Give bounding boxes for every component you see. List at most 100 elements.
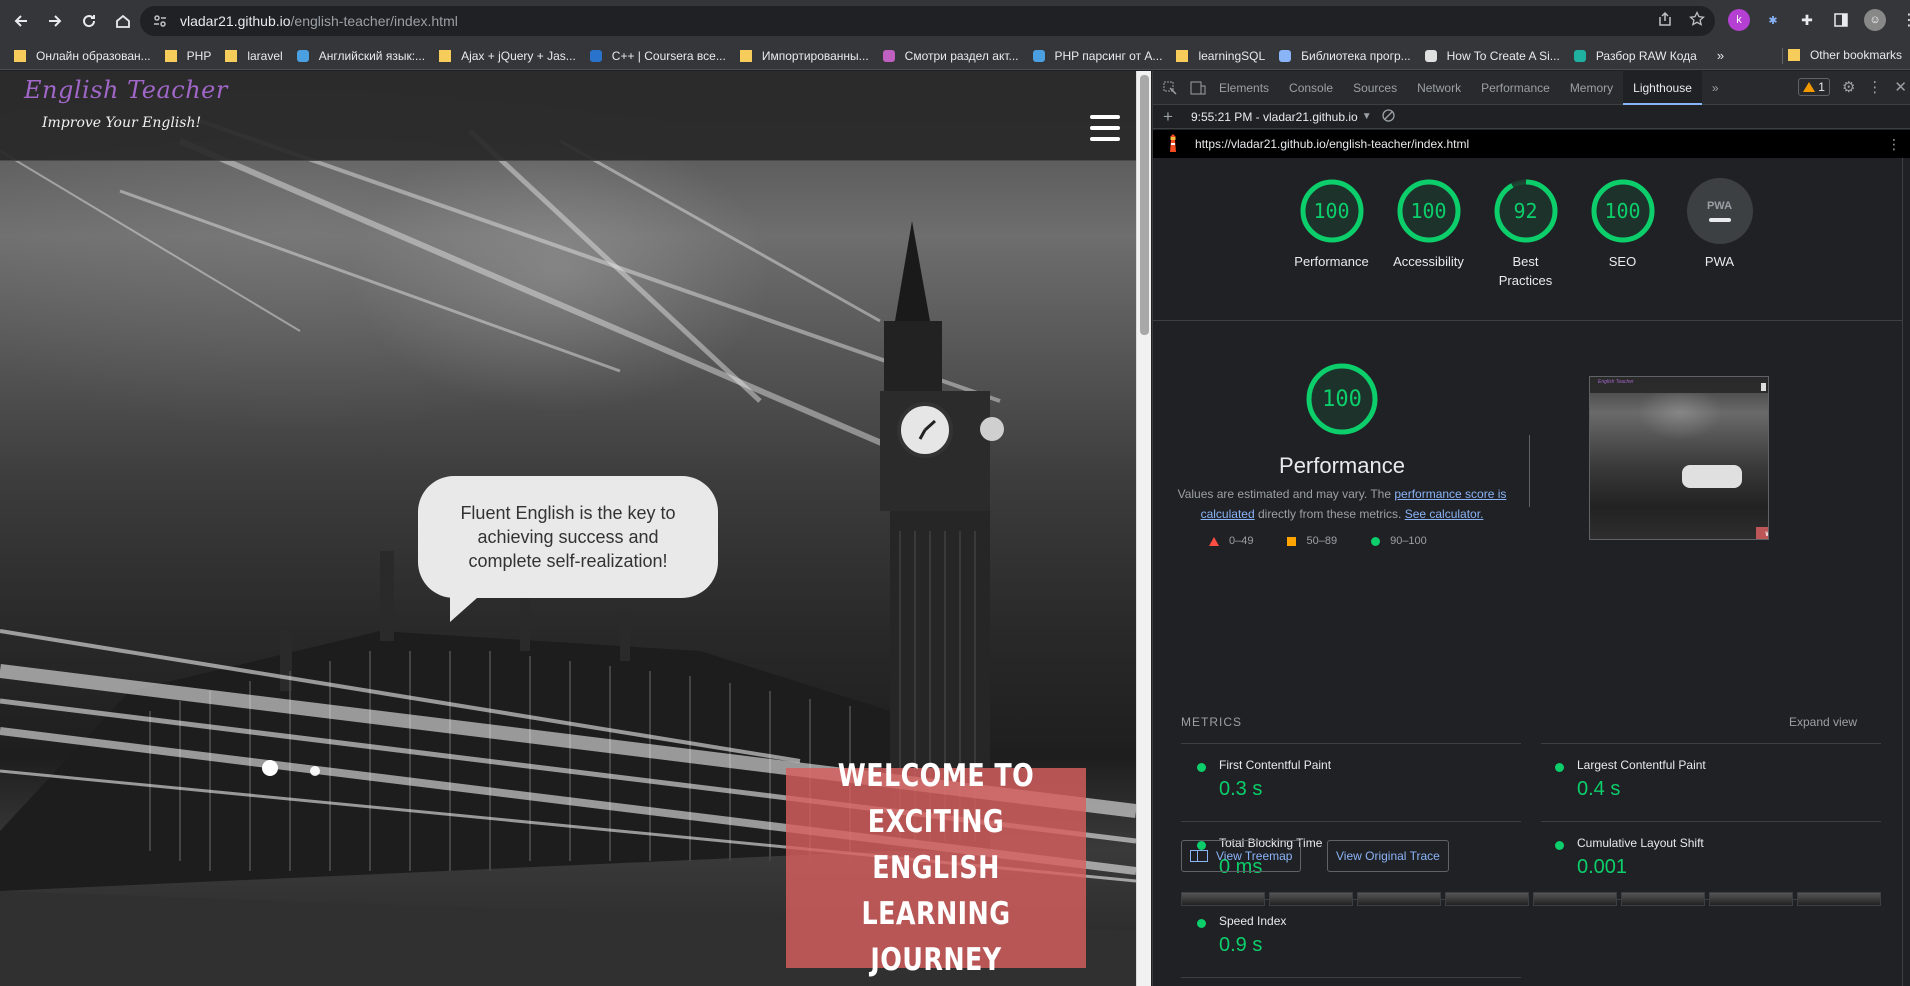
gauge-label-line: Practices [1498,273,1553,288]
other-bookmarks[interactable]: Other bookmarks [1787,48,1902,62]
menu-kebab-icon[interactable]: ⋮ [1898,9,1910,31]
bookmark-item[interactable]: Ajax + jQuery + Jas... [439,49,576,63]
vertical-divider [1529,435,1530,507]
fail-triangle-icon [1209,536,1219,546]
bookmark-item[interactable]: Онлайн образован... [14,49,151,63]
audited-url[interactable]: https://vladar21.github.io/english-teach… [1195,137,1469,151]
bookmark-item[interactable]: laravel [225,48,283,63]
report-selector[interactable]: 9:55:21 PM - vladar21.github.io [1191,110,1358,124]
device-toolbar-icon[interactable] [1187,77,1209,99]
close-devtools-icon[interactable]: ✕ [1894,78,1907,96]
metric-divider [1541,821,1881,822]
gauge-label-line: Accessibility [1393,254,1464,269]
other-bookmarks-label: Other bookmarks [1809,48,1902,62]
bookmarks-overflow-button[interactable]: » [1717,48,1724,63]
url-host: vladar21.github.io [180,13,291,29]
see-calculator-link[interactable]: See calculator. [1405,507,1484,521]
warnings-badge[interactable]: 1 [1798,78,1830,96]
bookmark-item[interactable]: PHP [164,49,211,63]
gauge-performance[interactable]: 100 Performance [1283,178,1380,290]
tab-elements[interactable]: Elements [1209,71,1279,105]
new-report-icon[interactable]: + [1163,107,1173,127]
gauge-accessibility[interactable]: 100 Accessibility [1380,178,1477,290]
bookmark-label: Онлайн образован... [36,48,151,63]
site-tagline: Improve Your English! [42,115,202,131]
clear-reports-icon[interactable] [1381,108,1395,125]
expand-view-button[interactable]: Expand view [1789,715,1857,729]
filmstrip-frame [1621,892,1705,906]
gauge-best[interactable]: 92 Best Practices [1477,178,1574,290]
tab-lighthouse[interactable]: Lighthouse [1623,70,1702,105]
score-gauges: 100 Performance 100 Accessibility 92 Best Prac… [1283,178,1768,290]
page-scrollbar[interactable] [1136,71,1151,986]
hamburger-menu-icon[interactable] [1090,115,1120,141]
folder-icon [739,49,752,62]
filmstrip-frame [1269,892,1353,906]
bookmark-label: laravel [247,48,283,63]
gauge-ring: 100 [1299,178,1365,244]
bookmark-item[interactable]: Импортированны... [739,49,869,63]
home-button[interactable] [110,8,136,34]
tab-network[interactable]: Network [1407,71,1471,105]
share-icon[interactable] [1657,11,1673,27]
tab-console[interactable]: Console [1279,71,1343,105]
forward-button[interactable] [42,8,68,34]
pass-circle-icon [1371,536,1381,546]
bookmark-item[interactable]: PHP парсинг от А... [1032,49,1162,63]
extension-icon[interactable]: k [1728,9,1750,31]
tab-memory[interactable]: Memory [1560,71,1623,105]
address-bar[interactable]: vladar21.github.io/english-teacher/index… [140,6,1715,36]
tab-sources[interactable]: Sources [1343,71,1407,105]
warning-icon [1803,82,1816,92]
bookmark-item[interactable]: Английский язык:... [296,49,425,63]
devtools-panel: Elements Console Sources Network Performance… [1152,70,1910,986]
site-logo-title[interactable]: English Teacher [24,76,228,104]
thumb-welcome: WELCOME TO EXCITING ENGLISH LEARNING JOU… [1756,527,1768,539]
tab-performance[interactable]: Performance [1471,71,1560,105]
view-original-trace-button[interactable]: View Original Trace [1327,840,1449,872]
bookmark-item[interactable]: Библиотека прогр... [1279,48,1411,63]
bug-extension-icon[interactable]: ✱ [1762,9,1784,31]
page-scrollbar-thumb[interactable] [1140,75,1149,335]
back-button[interactable] [8,8,34,34]
reload-button[interactable] [76,8,102,34]
site-info-icon[interactable] [150,14,170,28]
pwa-dash [1708,218,1731,222]
home-icon [116,14,130,28]
bookmarks-separator [1782,48,1783,64]
average-square-icon [1287,536,1297,546]
side-panel-icon[interactable] [1830,9,1852,31]
puzzle-extensions-icon[interactable]: ✚ [1796,9,1818,31]
report-scrollbar[interactable] [1902,158,1910,986]
settings-gear-icon[interactable]: ⚙ [1842,78,1855,96]
bookmark-star-icon[interactable] [1689,11,1705,27]
bookmark-item[interactable]: C++ | Coursera все... [589,49,726,63]
filmstrip-frame [1445,892,1529,906]
url-text: vladar21.github.io/english-teacher/index… [180,13,458,29]
report-dropdown-icon[interactable]: ▼ [1362,111,1372,122]
gauge-seo[interactable]: 100 SEO [1574,178,1671,290]
profile-avatar[interactable]: ☺ [1864,9,1886,31]
gauge-pwa[interactable]: PWA PWA [1671,178,1768,290]
welcome-line-1: WELCOME TO [837,758,1035,794]
thumb-title: English Teacher [1598,379,1634,385]
final-screenshot-thumbnail[interactable]: English Teacher WELCOME TO EXCITING ENGL… [1589,376,1769,540]
gauge-ring: 92 [1493,178,1559,244]
bookmark-item[interactable]: How To Create A Si... [1424,49,1560,63]
report-options-icon[interactable]: ⋮ [1887,136,1901,153]
bookmark-item[interactable]: Разбор RAW Кода [1573,49,1697,63]
thumb-bubble [1682,465,1742,488]
welcome-line-3: LEARNING JOURNEY [861,896,1011,978]
bookmark-label: Библиотека прогр... [1301,48,1411,63]
legend-average-label: 50–89 [1306,535,1338,547]
bookmark-item[interactable]: learningSQL [1176,49,1265,63]
folder-icon [14,49,26,62]
gauge-label-line: Best [1512,254,1539,269]
view-treemap-button[interactable]: View Treemap [1181,840,1302,872]
speech-bubble-tail [450,590,486,622]
bookmark-label: Ajax + jQuery + Jas... [461,48,576,63]
more-tabs-button[interactable]: » [1702,71,1729,105]
devtools-menu-icon[interactable]: ⋮ [1867,78,1882,96]
bookmark-item[interactable]: Смотри раздел акт... [882,49,1019,63]
inspect-element-icon[interactable] [1159,77,1181,99]
